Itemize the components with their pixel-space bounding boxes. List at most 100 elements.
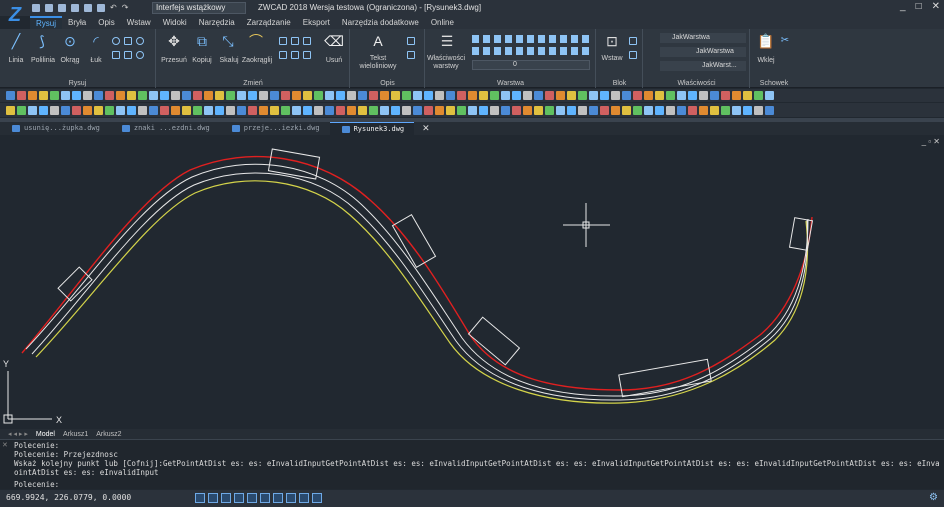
toolbar-tool-icon[interactable]: [171, 91, 180, 100]
lineweight-dropdown[interactable]: JakWarst...: [660, 61, 746, 71]
hatch-small-icon[interactable]: [112, 51, 120, 59]
toolbar-tool-icon[interactable]: [633, 105, 642, 115]
toolbar-tool-icon[interactable]: [457, 91, 466, 100]
tab-wstaw[interactable]: Wstaw: [121, 16, 157, 29]
luk-button[interactable]: Łuk: [86, 57, 106, 65]
toolbar-tool-icon[interactable]: [215, 105, 224, 115]
toolbar-tool-icon[interactable]: [314, 105, 323, 115]
undo-icon[interactable]: ↶: [110, 4, 117, 12]
command-window[interactable]: Polecenie: Polecenie: Przejezdnosc Wskaż…: [0, 439, 944, 489]
toolbar-tool-icon[interactable]: [688, 105, 697, 115]
toolbar-tool-icon[interactable]: [446, 105, 455, 115]
toolbar-tool-icon[interactable]: [116, 91, 125, 100]
toolbar-tool-icon[interactable]: [677, 91, 686, 100]
toolbar-tool-icon[interactable]: [699, 105, 708, 115]
app-logo[interactable]: Z: [2, 2, 28, 28]
model-icon[interactable]: [312, 493, 322, 503]
toolbar-tool-icon[interactable]: [666, 105, 675, 115]
toolbar-tool-icon[interactable]: [402, 105, 411, 115]
toolbar-tool-icon[interactable]: [655, 105, 664, 115]
toolbar-tool-icon[interactable]: [270, 105, 279, 115]
ellipse-small-icon[interactable]: [136, 37, 144, 45]
dyn-icon[interactable]: [286, 493, 296, 503]
toolbar-tool-icon[interactable]: [127, 105, 136, 115]
toolbar-tool-icon[interactable]: [347, 91, 356, 100]
settings-gear-icon[interactable]: ⚙: [929, 492, 938, 503]
cut-icon[interactable]: ✂: [779, 33, 791, 49]
toolbar-tool-icon[interactable]: [644, 105, 653, 115]
toolbar-tool-icon[interactable]: [61, 91, 70, 100]
toolbar-tool-icon[interactable]: [655, 91, 664, 100]
toolbar-tool-icon[interactable]: [622, 105, 631, 115]
kopiuj-button[interactable]: Kopiuj: [189, 57, 215, 65]
toolbar-tool-icon[interactable]: [94, 105, 103, 115]
toolbar-tool-icon[interactable]: [468, 91, 477, 100]
toolbar-tool-icon[interactable]: [369, 91, 378, 100]
toolbar-tool-icon[interactable]: [72, 105, 81, 115]
toolbar-tool-icon[interactable]: [292, 91, 301, 100]
maximize-icon[interactable]: □: [916, 1, 922, 15]
toolbar-tool-icon[interactable]: [17, 91, 26, 100]
toolbar-tool-icon[interactable]: [83, 91, 92, 100]
toolbar-tool-icon[interactable]: [732, 91, 741, 100]
preview-icon[interactable]: [97, 4, 105, 12]
polyline-icon[interactable]: ⟆: [32, 33, 52, 49]
circle-small-icon[interactable]: [112, 37, 120, 45]
toolbar-tool-icon[interactable]: [578, 105, 587, 115]
toolbar-tool-icon[interactable]: [116, 105, 125, 115]
toolbar-tool-icon[interactable]: [435, 105, 444, 115]
layer-dropdown[interactable]: 0: [472, 60, 590, 70]
layer-tools-row-2[interactable]: [472, 47, 590, 55]
toolbar-tool-icon[interactable]: [105, 105, 114, 115]
toolbar-tool-icon[interactable]: [215, 91, 224, 100]
qp-icon[interactable]: [299, 493, 309, 503]
toolbar-tool-icon[interactable]: [292, 105, 301, 115]
toolbar-tool-icon[interactable]: [149, 91, 158, 100]
toolbar-tool-icon[interactable]: [402, 91, 411, 100]
toolbar-tool-icon[interactable]: [765, 105, 774, 115]
insert-icon[interactable]: ⊡: [603, 33, 621, 49]
otrack-icon[interactable]: [260, 493, 270, 503]
doc-tab[interactable]: usunię...żupka.dwg: [0, 122, 110, 135]
toolbar-tool-icon[interactable]: [204, 91, 213, 100]
osnap-icon[interactable]: [247, 493, 257, 503]
tab-bryla[interactable]: Bryła: [62, 16, 92, 29]
toolbar-tool-icon[interactable]: [28, 105, 37, 115]
toolbar-tool-icon[interactable]: [600, 91, 609, 100]
circle-icon[interactable]: ⊙: [60, 33, 80, 49]
toolbar-tool-icon[interactable]: [743, 105, 752, 115]
toolbar-tool-icon[interactable]: [336, 105, 345, 115]
dimension-small-icon[interactable]: [407, 37, 415, 45]
toolbar-tool-icon[interactable]: [413, 91, 422, 100]
toolbar-tool-icon[interactable]: [512, 91, 521, 100]
toolbar-tool-icon[interactable]: [556, 91, 565, 100]
layer-tools-row-1[interactable]: [472, 35, 590, 43]
toolbar-tool-icon[interactable]: [259, 105, 268, 115]
toolbar-tool-icon[interactable]: [435, 91, 444, 100]
line-icon[interactable]: ╱: [6, 33, 26, 49]
tab-narzedzia-dodatkowe[interactable]: Narzędzia dodatkowe: [336, 16, 425, 29]
grid-icon[interactable]: [195, 493, 205, 503]
arc-icon[interactable]: ◜: [86, 33, 106, 49]
toolbar-tool-icon[interactable]: [754, 105, 763, 115]
fillet-icon[interactable]: ⌒: [245, 33, 267, 49]
toolbar-tool-icon[interactable]: [83, 105, 92, 115]
toolbar-tool-icon[interactable]: [94, 91, 103, 100]
toolbar-tool-icon[interactable]: [633, 91, 642, 100]
toolbar-tool-icon[interactable]: [325, 91, 334, 100]
przesun-button[interactable]: Przesuń: [161, 57, 187, 65]
toolbar-tool-icon[interactable]: [237, 91, 246, 100]
donut-small-icon[interactable]: [136, 51, 144, 59]
toolbar-tool-icon[interactable]: [490, 105, 499, 115]
tab-eksport[interactable]: Eksport: [297, 16, 336, 29]
toolbar-tool-icon[interactable]: [138, 105, 147, 115]
ortho-icon[interactable]: [221, 493, 231, 503]
usun-button[interactable]: Usuń: [321, 57, 347, 65]
toolbar-tool-icon[interactable]: [765, 91, 774, 100]
doc-tab[interactable]: przeje...iezki.dwg: [220, 122, 330, 135]
toolbar-tool-icon[interactable]: [39, 105, 48, 115]
doc-tab-active[interactable]: Rysunek3.dwg: [329, 122, 415, 135]
toolbar-tool-icon[interactable]: [710, 105, 719, 115]
toolbar-tool-icon[interactable]: [380, 105, 389, 115]
mtext-icon[interactable]: A: [369, 33, 387, 49]
